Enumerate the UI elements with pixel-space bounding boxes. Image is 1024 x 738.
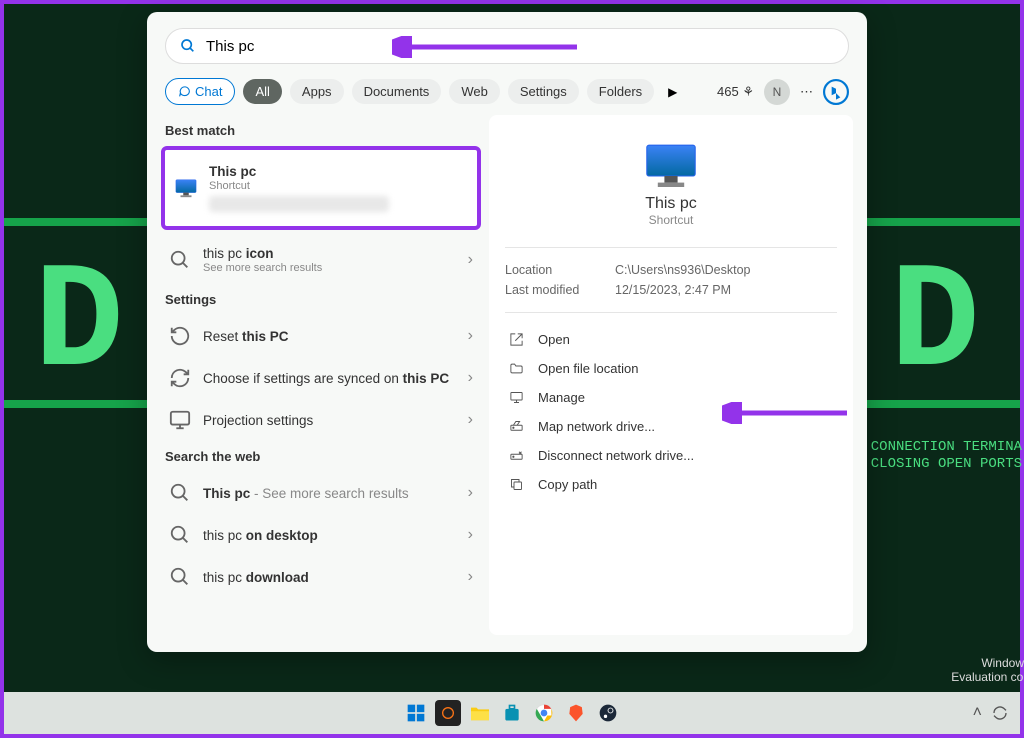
- search-icon: [169, 566, 191, 588]
- meta-modified-label: Last modified: [505, 283, 615, 297]
- taskbar-steam[interactable]: [595, 700, 621, 726]
- tab-folders[interactable]: Folders: [587, 79, 654, 104]
- annotation-arrow: [392, 36, 582, 58]
- result-sync-settings[interactable]: Choose if settings are synced on this PC…: [161, 357, 481, 399]
- chevron-right-icon: ›: [468, 411, 473, 429]
- meta-location-value: C:\Users\ns936\Desktop: [615, 263, 750, 277]
- section-best-match: Best match: [165, 123, 477, 138]
- action-open-loc[interactable]: Open file location: [505, 354, 837, 383]
- more-icon[interactable]: ⋯: [800, 84, 813, 100]
- blurred-path: [209, 196, 389, 212]
- chevron-right-icon: ›: [468, 568, 473, 586]
- action-disconnect-drive[interactable]: Disconnect network drive...: [505, 441, 837, 470]
- action-copy-path[interactable]: Copy path: [505, 470, 837, 499]
- tray-sync-icon[interactable]: [992, 705, 1008, 721]
- annotation-arrow: [722, 402, 852, 424]
- tab-documents[interactable]: Documents: [352, 79, 442, 104]
- user-avatar[interactable]: N: [764, 79, 790, 105]
- web-result-3[interactable]: this pc download ›: [161, 556, 481, 598]
- windows-watermark: Windows Evaluation cop: [951, 656, 1024, 684]
- disconnect-icon: [509, 448, 524, 463]
- rewards-points[interactable]: 465 ⚘: [717, 84, 754, 100]
- sync-icon: [169, 367, 191, 389]
- bg-line1: CONNECTION TERMINA: [871, 439, 1022, 455]
- monitor-icon-large: [644, 143, 698, 187]
- meta-location-label: Location: [505, 263, 615, 277]
- taskbar-chrome[interactable]: [531, 700, 557, 726]
- projection-icon: [169, 409, 191, 431]
- chevron-right-icon: ›: [468, 526, 473, 544]
- best-match-title: This pc: [209, 164, 467, 179]
- search-icon: [180, 38, 196, 54]
- search-panel: Chat All Apps Documents Web Settings Fol…: [147, 12, 867, 652]
- folder-icon: [509, 361, 524, 376]
- result-reset-pc[interactable]: Reset this PC ›: [161, 315, 481, 357]
- reset-icon: [169, 325, 191, 347]
- tab-apps[interactable]: Apps: [290, 79, 344, 104]
- bg-letter: D: [34, 240, 124, 410]
- bg-line2: CLOSING OPEN PORTS: [871, 456, 1022, 472]
- search-icon: [169, 482, 191, 504]
- more-tabs-icon[interactable]: ▶: [668, 85, 677, 99]
- results-column: Best match This pc Shortcut this pc icon…: [161, 115, 481, 635]
- chevron-right-icon: ›: [468, 484, 473, 502]
- tab-settings[interactable]: Settings: [508, 79, 579, 104]
- bg-letter: D: [890, 240, 980, 410]
- best-match-result[interactable]: This pc Shortcut: [161, 146, 481, 230]
- taskbar: ˄: [4, 692, 1020, 734]
- preview-subtitle: Shortcut: [505, 213, 837, 227]
- web-result-2[interactable]: this pc on desktop ›: [161, 514, 481, 556]
- taskbar-store[interactable]: [499, 700, 525, 726]
- result-item-icon[interactable]: this pc icon See more search results ›: [161, 236, 481, 284]
- taskbar-right: ˄: [973, 704, 1008, 722]
- tab-chat[interactable]: Chat: [165, 78, 235, 105]
- bing-icon[interactable]: [823, 79, 849, 105]
- taskbar-center: [403, 700, 621, 726]
- drive-icon: [509, 419, 524, 434]
- monitor-icon: [175, 178, 197, 198]
- tray-chevron-icon[interactable]: ˄: [973, 704, 982, 722]
- taskbar-brave[interactable]: [563, 700, 589, 726]
- preview-panel: This pc Shortcut LocationC:\Users\ns936\…: [489, 115, 853, 635]
- taskbar-app-1[interactable]: [435, 700, 461, 726]
- web-result-1[interactable]: This pc - See more search results ›: [161, 472, 481, 514]
- search-icon: [169, 524, 191, 546]
- tab-all[interactable]: All: [243, 79, 281, 104]
- chevron-right-icon: ›: [468, 251, 473, 269]
- tab-web[interactable]: Web: [449, 79, 500, 104]
- search-icon: [169, 249, 191, 271]
- filter-tabs: Chat All Apps Documents Web Settings Fol…: [147, 64, 867, 115]
- taskbar-explorer[interactable]: [467, 700, 493, 726]
- section-web: Search the web: [165, 449, 477, 464]
- start-button[interactable]: [403, 700, 429, 726]
- meta-modified-value: 12/15/2023, 2:47 PM: [615, 283, 731, 297]
- chevron-right-icon: ›: [468, 327, 473, 345]
- chat-icon: [178, 85, 191, 98]
- preview-title: This pc: [505, 195, 837, 213]
- best-match-subtitle: Shortcut: [209, 180, 467, 192]
- copy-icon: [509, 477, 524, 492]
- manage-icon: [509, 390, 524, 405]
- section-settings: Settings: [165, 292, 477, 307]
- open-icon: [509, 332, 524, 347]
- action-open[interactable]: Open: [505, 325, 837, 354]
- result-projection[interactable]: Projection settings ›: [161, 399, 481, 441]
- chevron-right-icon: ›: [468, 369, 473, 387]
